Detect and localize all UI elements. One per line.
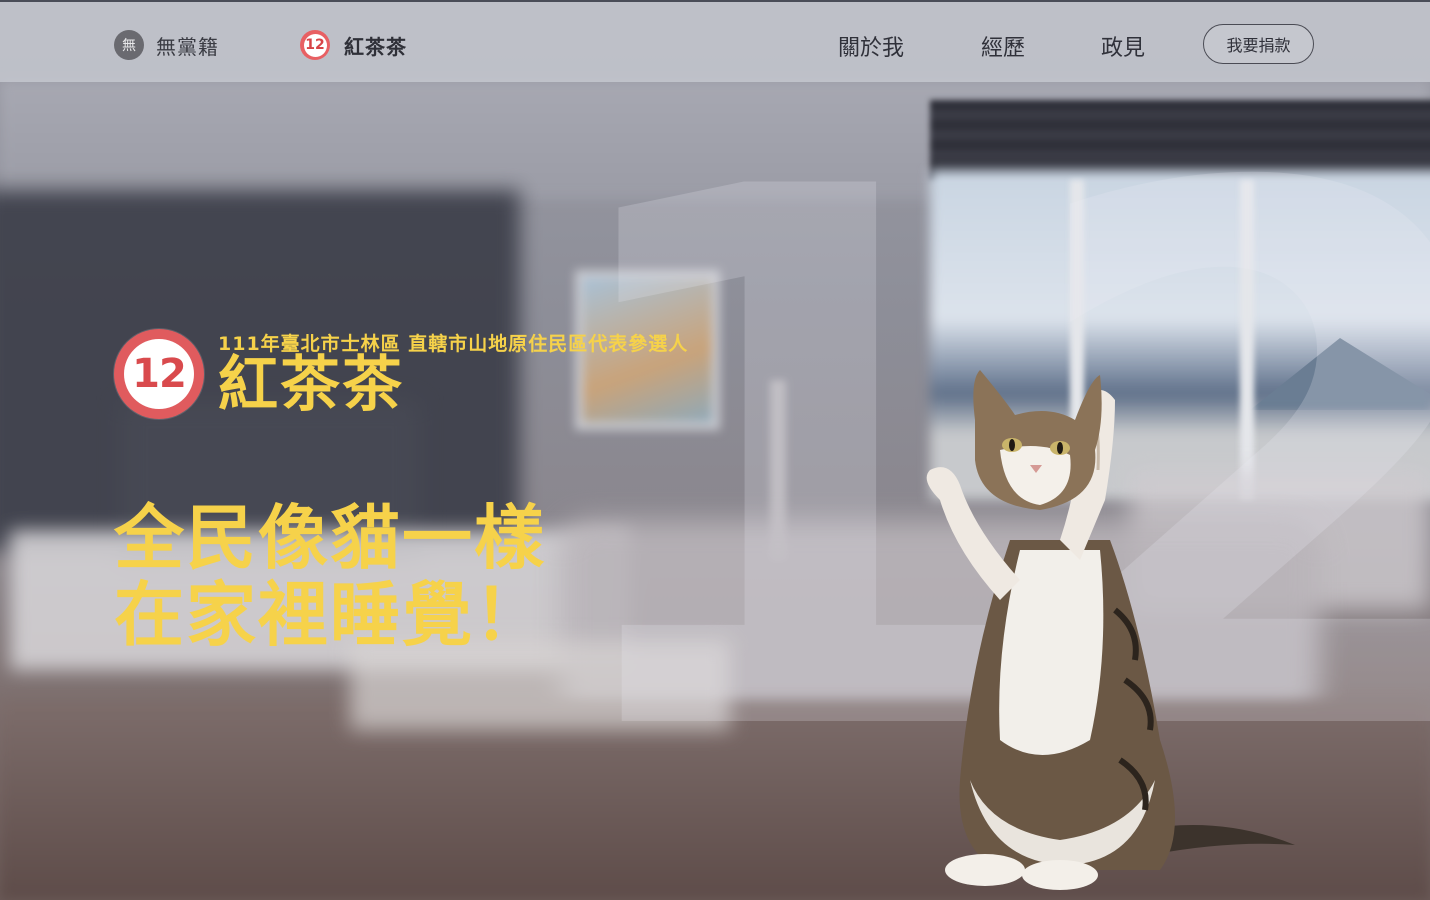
party-label: 無黨籍: [156, 34, 219, 59]
slogan-line: 全民像貓一樣: [114, 497, 546, 579]
candidate-number-icon: 12: [300, 30, 330, 60]
bg-window-blinds: [930, 100, 1430, 180]
donate-button[interactable]: 我要捐款: [1203, 24, 1314, 64]
nav-experience[interactable]: 經歷: [981, 30, 1025, 62]
brand-home-link[interactable]: 12 紅茶茶: [300, 30, 407, 60]
candidate-name: 紅茶茶: [218, 350, 404, 420]
nav-policy[interactable]: 政見: [1101, 30, 1145, 62]
nav-about[interactable]: 關於我: [838, 30, 904, 62]
hero-number: 12: [124, 339, 194, 409]
candidate-number: 12: [303, 33, 327, 57]
brand-label: 紅茶茶: [344, 34, 407, 59]
top-navbar: 無 無黨籍 12 紅茶茶 關於我 經歷 政見 我要捐款: [0, 0, 1430, 82]
campaign-slogan: 全民像貓一樣 在家裡睡覺！: [114, 500, 546, 654]
party-affiliation: 無 無黨籍: [114, 30, 219, 60]
slogan-line: 在家裡睡覺！: [114, 574, 546, 656]
cat-illustration: [926, 370, 1295, 890]
hero-number-badge: 12: [114, 329, 204, 419]
party-logo-icon: 無: [114, 30, 144, 60]
